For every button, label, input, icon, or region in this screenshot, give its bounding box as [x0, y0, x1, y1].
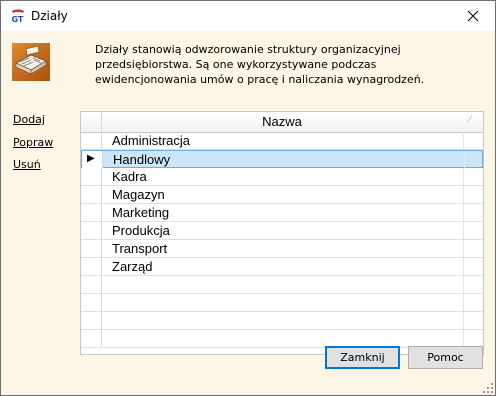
add-link[interactable]: Dodaj — [13, 113, 45, 126]
app-logo-icon: GT — [12, 9, 24, 24]
column-header-name[interactable]: Nazwa — [102, 112, 462, 132]
cell-name: Produkcja — [112, 223, 170, 238]
cell-name: Kadra — [112, 169, 147, 184]
title-bar[interactable]: GT Działy — [1, 1, 495, 31]
cell-name: Zarząd — [112, 259, 153, 274]
grid-header: Nazwa ⁄ — [81, 112, 483, 133]
table-row[interactable]: Marketing — [81, 204, 483, 222]
table-row[interactable]: Transport — [81, 240, 483, 258]
table-row[interactable]: Administracja — [81, 132, 483, 150]
close-icon — [467, 10, 479, 22]
delete-link[interactable]: Usuń — [13, 158, 41, 171]
cell-name: Administracja — [112, 133, 191, 148]
cell-name: Handlowy — [113, 152, 171, 167]
book-icon — [12, 43, 50, 81]
table-row[interactable]: Produkcja — [81, 222, 483, 240]
table-row-empty[interactable] — [81, 276, 483, 294]
cell-name: Magazyn — [112, 187, 165, 202]
table-row-empty[interactable] — [81, 312, 483, 330]
table-row[interactable]: Kadra — [81, 168, 483, 186]
table-row[interactable]: Zarząd — [81, 258, 483, 276]
cell-name: Marketing — [112, 205, 170, 220]
dialog-body: Działy stanowią odwzorowanie struktury o… — [1, 31, 495, 395]
sort-handle-icon: ⁄ — [469, 115, 471, 125]
cell-name: Transport — [112, 241, 168, 256]
resize-grip-icon[interactable] — [483, 383, 493, 393]
svg-text:GT: GT — [12, 15, 24, 24]
table-row-selected[interactable]: ▶ Handlowy — [81, 150, 483, 168]
dialog-window: GT Działy Działy stanowią odwzorowanie s — [0, 0, 496, 396]
close-window-button[interactable] — [451, 1, 495, 31]
edit-link[interactable]: Popraw — [13, 136, 53, 149]
current-row-indicator-icon: ▶ — [87, 153, 95, 164]
description-text: Działy stanowią odwzorowanie struktury o… — [95, 43, 425, 86]
table-row-empty[interactable] — [81, 294, 483, 312]
table-row[interactable]: Magazyn — [81, 186, 483, 204]
close-button[interactable]: Zamknij — [325, 346, 400, 369]
row-indicator-header — [81, 112, 102, 132]
departments-grid[interactable]: Nazwa ⁄ Administracja ▶ Handlowy Kadra M… — [80, 111, 484, 355]
window-title: Działy — [31, 9, 68, 23]
help-button[interactable]: Pomoc — [408, 346, 483, 369]
